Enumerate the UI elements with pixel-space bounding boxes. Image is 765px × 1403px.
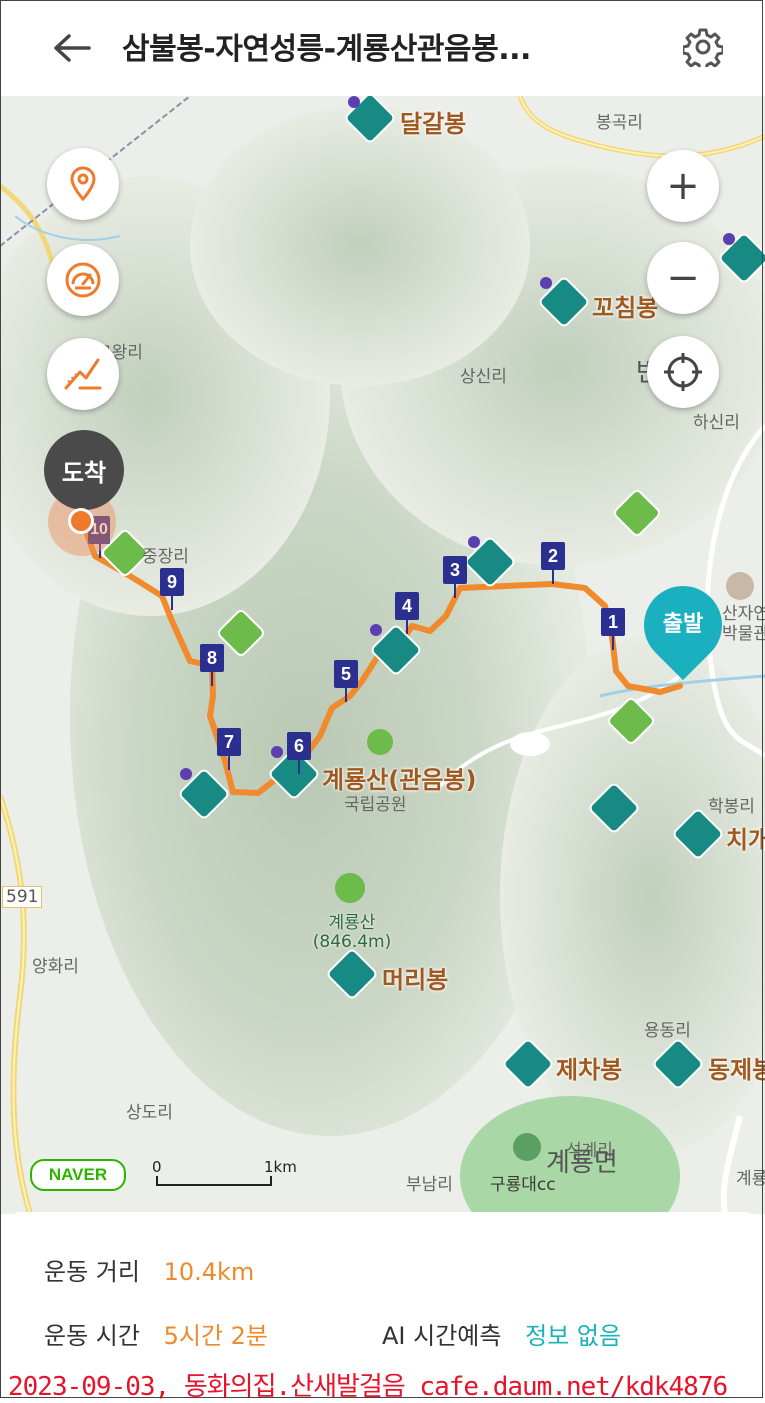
gear-icon <box>683 28 723 67</box>
arrival-marker[interactable] <box>68 508 94 534</box>
place-label: 계룡면 <box>546 1148 618 1178</box>
place-label: 국립공원 <box>344 795 407 815</box>
scale-bar <box>156 1176 272 1186</box>
waypoint-marker[interactable]: 3 <box>443 556 467 598</box>
place-label: 중장리 <box>142 547 189 567</box>
waypoint-marker[interactable]: 6 <box>287 732 311 774</box>
road-number: 591 <box>2 886 43 908</box>
place-label: 봉곡리 <box>596 113 643 133</box>
waypoint-marker[interactable]: 8 <box>200 644 224 686</box>
ai-label: AI 시간예측 <box>382 1322 502 1350</box>
place-label: 계룡산 <box>328 913 376 933</box>
place-label: 머리봉 <box>382 966 449 994</box>
scale-start: 0 <box>152 1158 162 1176</box>
place-label: 구룡대cc <box>490 1175 556 1195</box>
place-label: 달갈봉 <box>400 110 467 138</box>
settings-button[interactable] <box>676 20 730 74</box>
distance-label: 운동 거리 <box>44 1258 140 1286</box>
crosshair-icon <box>664 353 702 391</box>
elevation-profile-icon <box>64 358 102 390</box>
place-label: (846.4m) <box>312 932 392 952</box>
place-label: 치개봉 <box>726 826 765 854</box>
waypoint-marker[interactable]: 2 <box>541 542 565 584</box>
place-label: 학봉리 <box>708 797 755 817</box>
scale-end: 1km <box>264 1158 297 1176</box>
distance-value: 10.4km <box>163 1258 255 1286</box>
distance-row: 운동 거리 10.4km <box>44 1252 254 1287</box>
app-header: 삼불봉-자연성릉-계룡산관음봉... <box>0 0 765 96</box>
place-label: 제차봉 <box>556 1056 623 1084</box>
page-title: 삼불봉-자연성릉-계룡산관음봉... <box>122 32 531 67</box>
place-label: 상신리 <box>460 367 507 387</box>
waypoint-marker[interactable]: 9 <box>160 568 184 610</box>
place-label: 용동리 <box>644 1021 691 1041</box>
time-label: 운동 시간 <box>44 1322 140 1350</box>
time-value: 5시간 2분 <box>163 1322 269 1350</box>
waypoint-marker[interactable]: 7 <box>217 728 241 770</box>
location-button[interactable] <box>47 148 119 220</box>
zoom-out-button[interactable]: − <box>647 242 719 314</box>
speedometer-icon <box>65 262 101 298</box>
place-label: 부남리 <box>406 1175 453 1195</box>
place-label: 양화리 <box>32 957 79 977</box>
place-label: 상도리 <box>126 1103 173 1123</box>
zoom-in-icon: + <box>666 163 700 209</box>
speed-button[interactable] <box>47 244 119 316</box>
place-label: 하신리 <box>693 413 740 433</box>
waypoint-marker[interactable]: 5 <box>334 660 358 702</box>
elevation-button[interactable] <box>47 338 119 410</box>
time-row: 운동 시간 5시간 2분 <box>44 1316 268 1351</box>
gps-button[interactable] <box>647 336 719 408</box>
back-arrow-icon <box>54 34 91 62</box>
watermark-text: 2023-09-03, 동화의집.산새발걸음 cafe.daum.net/kdk… <box>8 1372 728 1402</box>
ai-value: 정보 없음 <box>525 1322 622 1350</box>
location-pin-icon <box>70 166 96 202</box>
place-label: 꼬침봉 <box>592 294 659 322</box>
back-button[interactable] <box>46 22 98 74</box>
arrival-label: 도착 <box>44 430 124 510</box>
zoom-in-button[interactable]: + <box>647 150 719 222</box>
place-label: 계룡 <box>736 1169 765 1189</box>
place-label: 산자연박물관 <box>722 604 765 644</box>
naver-logo: NAVER <box>30 1159 126 1191</box>
waypoint-marker[interactable]: 1 <box>601 608 625 650</box>
start-label: 출발 <box>662 612 704 637</box>
place-label: 동제봉 <box>708 1056 765 1084</box>
zoom-out-icon: − <box>666 255 700 301</box>
waypoint-marker[interactable]: 4 <box>395 592 419 634</box>
ai-row: AI 시간예측 정보 없음 <box>382 1316 621 1351</box>
map-view[interactable]: + − 도착 출발 1 2 3 4 5 6 7 8 9 10 달갈봉 봉곡리 꼬… <box>0 96 765 1214</box>
